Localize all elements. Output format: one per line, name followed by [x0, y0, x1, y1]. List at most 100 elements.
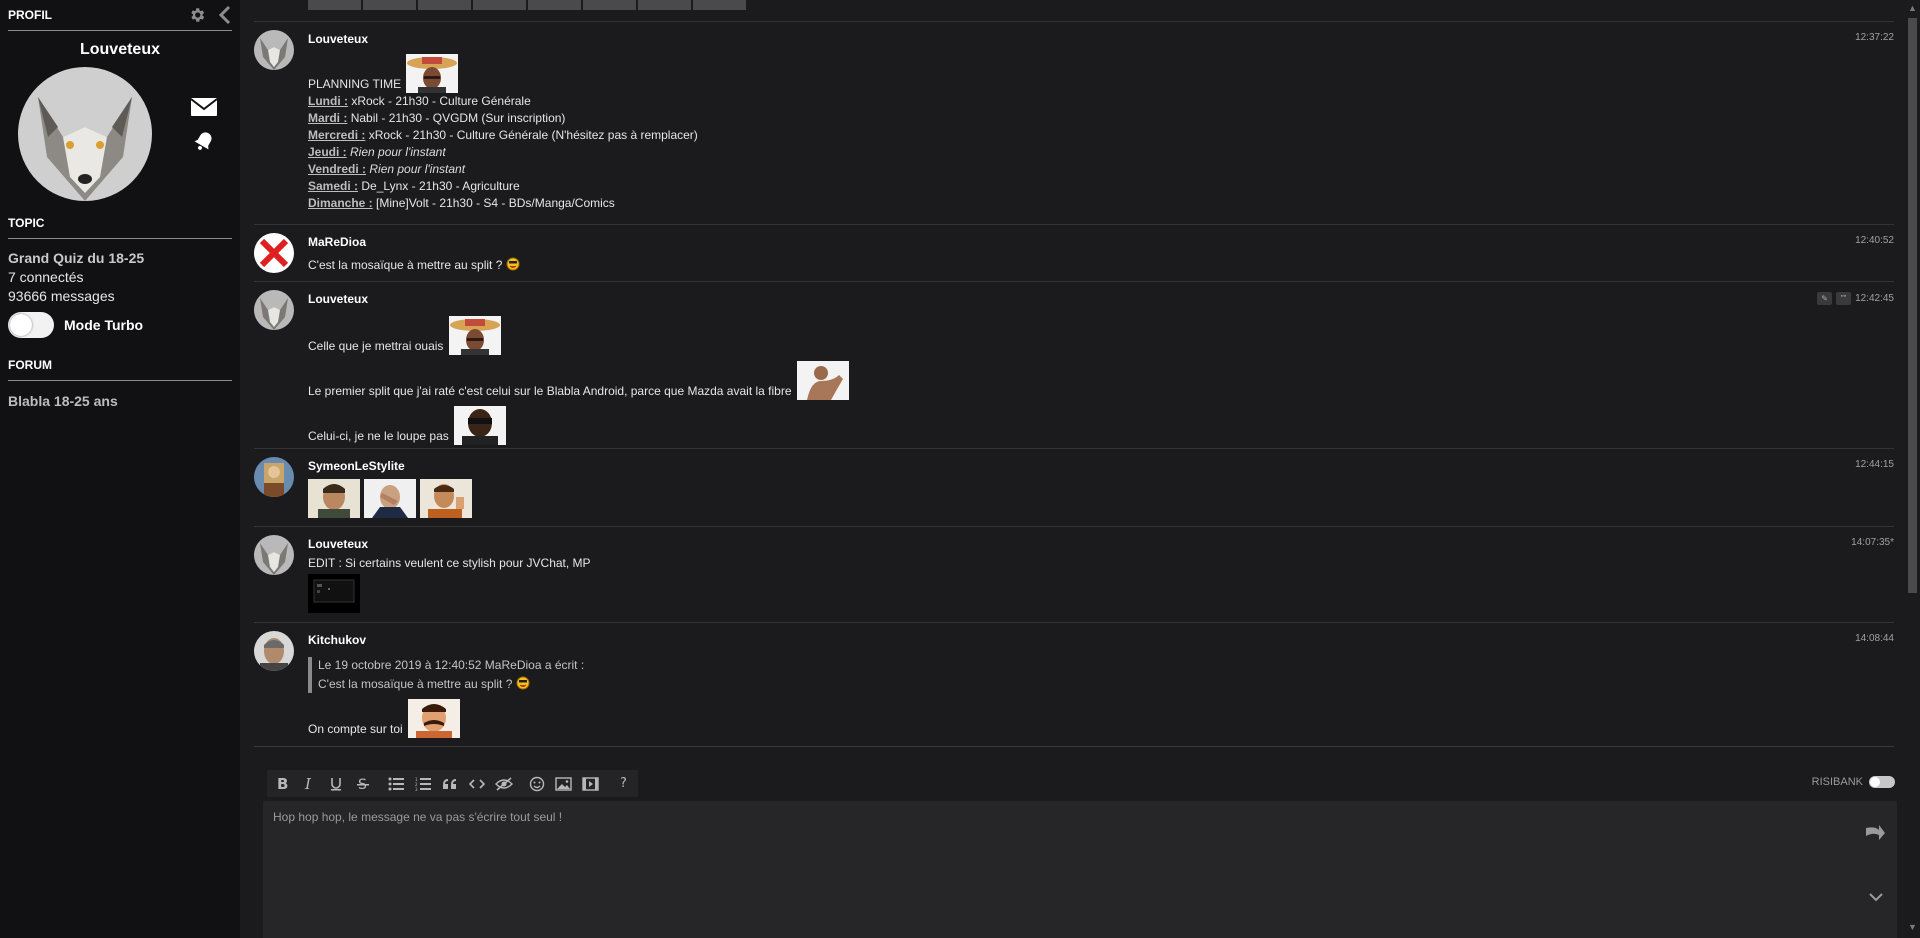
author-avatar[interactable] — [254, 457, 294, 497]
video-icon[interactable] — [580, 773, 601, 794]
topic-section-title: TOPIC — [8, 216, 45, 230]
turbo-mode-label: Mode Turbo — [64, 316, 144, 333]
profile-username[interactable]: Louveteux — [8, 41, 232, 59]
message-time: ✎ "" 12:42:45 — [1817, 292, 1894, 305]
scrollbar[interactable]: ▲ ▼ — [1905, 0, 1920, 938]
quote-text: C'est la mosaïque à mettre au split ? — [318, 677, 513, 691]
forum-section-header: FORUM — [8, 350, 232, 381]
italic-button[interactable]: I — [298, 773, 319, 794]
edit-icon[interactable]: ✎ — [1817, 292, 1833, 305]
message-author[interactable]: Louveteux — [308, 32, 1894, 46]
page-button[interactable] — [583, 0, 636, 10]
message-time: 12:37:22 — [1855, 32, 1894, 43]
page-button[interactable] — [363, 0, 416, 10]
forum-section-title: FORUM — [8, 358, 52, 372]
message-author[interactable]: MaReDioa — [308, 235, 1894, 249]
schedule-text: De_Lynx - 21h30 - Agriculture — [361, 179, 520, 193]
message: Kitchukov 14:08:44 Le 19 octobre 2019 à … — [254, 623, 1894, 747]
scroll-down-arrow-icon[interactable]: ▼ — [1908, 922, 1917, 932]
connected-count: 7 connectés — [8, 269, 84, 285]
image-icon[interactable] — [553, 773, 574, 794]
topic-name[interactable]: Grand Quiz du 18-25 — [8, 249, 232, 268]
help-button[interactable]: ? — [613, 773, 634, 794]
quote-button[interactable]: "" — [1836, 292, 1852, 305]
sticker-sunglasses-man — [454, 406, 507, 445]
code-icon[interactable] — [466, 773, 487, 794]
chevron-down-icon[interactable] — [1869, 893, 1883, 902]
message-author[interactable]: Kitchukov — [308, 633, 1894, 647]
profile-avatar[interactable] — [18, 67, 152, 201]
message-body: Le 19 octobre 2019 à 12:40:52 MaReDioa a… — [308, 657, 1894, 738]
author-avatar[interactable] — [254, 290, 294, 330]
messages-count: 93666 messages — [8, 288, 115, 304]
message-author[interactable]: SymeonLeStylite — [308, 459, 1894, 473]
envelope-icon[interactable] — [190, 97, 218, 117]
message-body: PLANNING TIME Lundi : xRock - 21h30 - Cu… — [308, 54, 1894, 212]
sidebar: PROFIL Louveteux TOPIC Grand Quiz du 18-… — [0, 0, 240, 938]
quote-header: Le 19 octobre 2019 à 12:40:52 MaReDioa a… — [318, 658, 585, 672]
spoiler-icon[interactable] — [493, 773, 514, 794]
schedule-text: [Mine]Volt - 21h30 - S4 - BDs/Manga/Comi… — [376, 196, 615, 210]
schedule-text: xRock - 21h30 - Culture Générale — [351, 94, 531, 108]
underline-button[interactable] — [325, 773, 346, 794]
bell-icon[interactable] — [192, 129, 216, 153]
message: Louveteux 12:37:22 PLANNING TIME Lundi :… — [254, 22, 1894, 225]
turbo-mode-toggle[interactable] — [8, 312, 54, 338]
message-input[interactable] — [263, 801, 1897, 938]
collapse-chevron-icon[interactable] — [218, 5, 232, 25]
forum-link[interactable]: Blabla 18-25 ans — [8, 381, 232, 409]
bullet-list-icon[interactable] — [385, 773, 406, 794]
author-avatar[interactable] — [254, 631, 294, 671]
svg-text:B: B — [277, 776, 288, 792]
message-author[interactable]: Louveteux — [308, 537, 1894, 551]
schedule-day: Dimanche : — [308, 196, 373, 210]
smiley-icon — [506, 257, 520, 271]
chat-main: Louveteux 12:37:22 PLANNING TIME Lundi :… — [240, 0, 1905, 938]
message-timestamp: 12:40:52 — [1855, 235, 1894, 246]
page-button[interactable] — [528, 0, 581, 10]
message-text: C'est la mosaïque à mettre au split ? — [308, 258, 503, 272]
page-button[interactable] — [693, 0, 746, 10]
page-button[interactable] — [308, 0, 361, 10]
schedule-day: Lundi : — [308, 94, 348, 108]
profile-section-header: PROFIL — [8, 0, 232, 31]
message-time: 12:40:52 — [1855, 235, 1894, 246]
numbered-list-icon[interactable]: 123 — [412, 773, 433, 794]
message: Louveteux 14:07:35* EDIT : Si certains v… — [254, 527, 1894, 623]
message-body: EDIT : Si certains veulent ce stylish po… — [308, 555, 1894, 613]
message-body: C'est la mosaïque à mettre au split ? — [308, 257, 1894, 274]
sticker-muscle-man — [796, 361, 849, 400]
message: SymeonLeStylite 12:44:15 — [254, 449, 1894, 527]
schedule-day: Vendredi : — [308, 162, 367, 176]
emoji-icon[interactable] — [526, 773, 547, 794]
send-arrow-icon[interactable] — [1865, 824, 1885, 840]
author-avatar[interactable] — [254, 535, 294, 575]
strikethrough-button[interactable]: S — [352, 773, 373, 794]
profile-section-title: PROFIL — [8, 8, 52, 22]
author-avatar[interactable] — [254, 30, 294, 70]
sticker-sombrero-man — [448, 316, 501, 355]
risibank-toggle[interactable] — [1869, 776, 1895, 788]
schedule-day: Mercredi : — [308, 128, 366, 142]
svg-text:I: I — [304, 776, 312, 792]
message-text: On compte sur toi — [308, 722, 403, 736]
planning-header: PLANNING TIME — [308, 77, 402, 91]
page-button[interactable] — [638, 0, 691, 10]
gear-icon[interactable] — [188, 6, 206, 24]
scrollbar-thumb[interactable] — [1908, 18, 1917, 593]
schedule-day: Samedi : — [308, 179, 359, 193]
svg-text:3: 3 — [415, 787, 418, 791]
screenshot-thumbnail[interactable] — [308, 574, 360, 613]
page-button[interactable] — [473, 0, 526, 10]
bold-button[interactable]: B — [271, 773, 292, 794]
topic-info: Grand Quiz du 18-25 7 connectés 93666 me… — [8, 239, 232, 338]
page-button[interactable] — [418, 0, 471, 10]
smiley-icon — [516, 676, 530, 690]
sticker-facepalm-man — [364, 479, 416, 518]
schedule-text: Nabil - 21h30 - QVGDM (Sur inscription) — [350, 111, 566, 125]
author-avatar[interactable] — [254, 233, 294, 273]
message-timestamp: 12:37:22 — [1855, 32, 1894, 43]
message-author[interactable]: Louveteux — [308, 292, 1894, 306]
scroll-up-arrow-icon[interactable]: ▲ — [1908, 3, 1917, 13]
quote-icon[interactable] — [439, 773, 460, 794]
